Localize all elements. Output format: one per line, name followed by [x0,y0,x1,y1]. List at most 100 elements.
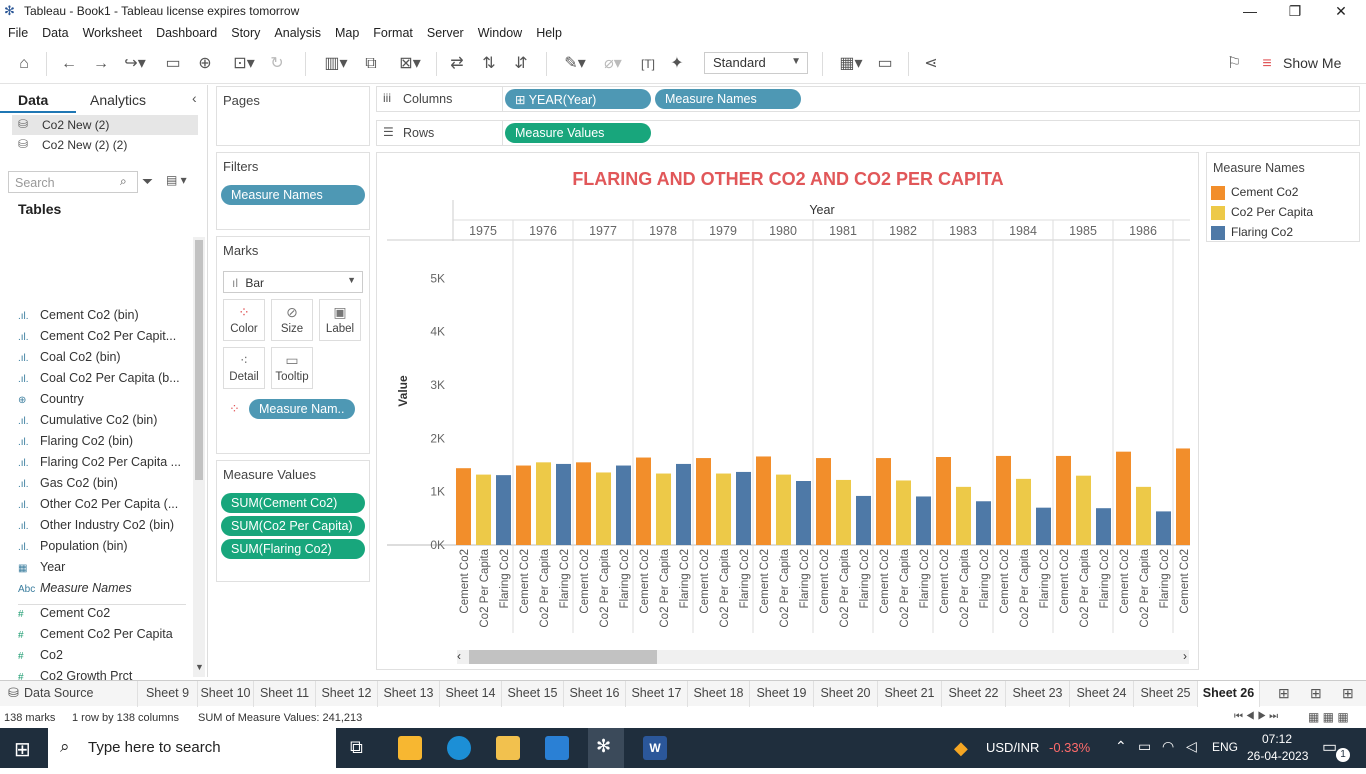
tray-chevron-icon[interactable]: ⌃ [1115,738,1127,755]
legend-item[interactable]: Co2 Per Capita [1211,205,1313,221]
restore-button[interactable]: ❐ [1272,0,1318,22]
menu-worksheet[interactable]: Worksheet [83,22,143,40]
dimension-field[interactable]: Abc Measure Names [18,581,188,602]
sheet-tab[interactable]: Sheet 20 [814,681,878,707]
highlight-icon[interactable]: ✎▾ [558,54,592,74]
show-cards-icon[interactable]: ▦▾ [834,54,868,74]
refresh-icon[interactable]: ↻ [266,54,288,74]
dimension-field[interactable]: .ıl. Other Industry Co2 (bin) [18,518,188,539]
dimension-field[interactable]: .ıl. Cement Co2 Per Capit... [18,329,188,350]
dimension-field[interactable]: ▦ Year [18,560,188,581]
store-icon[interactable] [398,736,422,760]
column-pill-measure-names[interactable]: Measure Names [655,89,801,109]
collapse-pane-icon[interactable]: ‹ [192,90,197,106]
scroll-thumb[interactable] [195,240,203,480]
new-worksheet-icon[interactable]: ⊞ [1278,685,1290,702]
replay-icon[interactable]: ↪▾ [120,54,150,74]
datasource-item[interactable]: ⛁ Co2 New (2) [12,115,198,135]
fit-select[interactable]: Standard ▼ [704,52,808,74]
sort-descending-icon[interactable]: ⇵ [510,54,532,74]
sheet-tab[interactable]: Sheet 24 [1070,681,1134,707]
measure-pill-co2-per-capita[interactable]: SUM(Co2 Per Capita) [221,516,365,536]
measure-field[interactable]: # Co2 [18,648,188,669]
volume-icon[interactable]: ◁ [1186,738,1197,755]
menu-server[interactable]: Server [427,22,464,40]
horizontal-scroll-thumb[interactable] [469,650,657,664]
presentation-mode-icon[interactable]: ▭ [874,54,896,74]
menu-format[interactable]: Format [373,22,413,40]
legend-item[interactable]: Cement Co2 [1211,185,1298,201]
marks-color-pill[interactable]: Measure Nam.. [249,399,355,419]
word-icon[interactable]: W [643,736,667,760]
pages-shelf[interactable]: Pages [216,86,370,146]
sheet-tab[interactable]: Sheet 18 [688,681,750,707]
sheet-tab[interactable]: Sheet 17 [626,681,688,707]
mail-icon[interactable] [545,736,569,760]
dimension-field[interactable]: .ıl. Cement Co2 (bin) [18,308,188,329]
sheet-tab[interactable]: Sheet 15 [502,681,564,707]
show-labels-icon[interactable]: [T] [638,54,658,74]
minimize-button[interactable]: — [1227,0,1273,22]
dimension-field[interactable]: .ıl. Coal Co2 (bin) [18,350,188,371]
field-search-input[interactable]: Search [8,171,138,193]
dimension-field[interactable]: .ıl. Flaring Co2 Per Capita ... [18,455,188,476]
tab-data[interactable]: Data [18,89,48,111]
save-icon[interactable]: ▭ [162,54,184,74]
sort-ascending-icon[interactable]: ⇅ [478,54,500,74]
legend-item[interactable]: Flaring Co2 [1211,225,1293,241]
sheet-tab[interactable]: Sheet 10 [198,681,254,707]
new-worksheet-icon[interactable]: ▥▾ [318,54,354,74]
dimension-field[interactable]: .ıl. Gas Co2 (bin) [18,476,188,497]
sheet-tab[interactable]: Sheet 16 [564,681,626,707]
taskbar-search[interactable]: Type here to search [48,728,336,768]
scroll-left-icon[interactable]: ‹ [457,649,461,663]
redo-icon[interactable]: → [90,54,112,74]
menu-data[interactable]: Data [42,22,68,40]
measure-pill-cement[interactable]: SUM(Cement Co2) [221,493,365,513]
sheet-nav-icon[interactable]: ⏮ ◀ ▶ ⏭ [1234,711,1278,722]
detail-button[interactable]: ⁖ Detail [223,347,265,389]
filter-pill-measure-names[interactable]: Measure Names [221,185,365,205]
pause-updates-icon[interactable]: ⊡▾ [226,54,262,74]
menu-help[interactable]: Help [536,22,562,40]
edge-icon[interactable] [447,736,471,760]
sheet-tab[interactable]: Sheet 22 [942,681,1006,707]
network-icon[interactable]: ▭ [1138,738,1151,755]
measure-field[interactable]: # Cement Co2 [18,606,188,627]
dimension-field[interactable]: .ıl. Cumulative Co2 (bin) [18,413,188,434]
scroll-right-icon[interactable]: › [1183,649,1187,663]
new-dashboard-icon[interactable]: ⊞ [1310,685,1322,702]
menu-story[interactable]: Story [231,22,260,40]
dimension-field[interactable]: .ıl. Other Co2 Per Capita (... [18,497,188,518]
fix-axes-icon[interactable]: ✦ [666,54,688,74]
filters-shelf[interactable]: Filters Measure Names [216,152,370,230]
dimension-field[interactable]: ⊕ Country [18,392,188,413]
sheet-tab[interactable]: Sheet 11 [254,681,316,707]
view-options-icon[interactable]: ▤ ▾ [166,173,187,187]
close-button[interactable]: ✕ [1318,0,1364,22]
menu-file[interactable]: File [8,22,28,40]
wifi-icon[interactable]: ◠ [1162,738,1174,755]
language-indicator[interactable]: ENG [1212,740,1238,754]
home-icon[interactable]: ⌂ [12,54,36,74]
mark-type-select[interactable]: ıl Bar ▼ [223,271,363,293]
task-view-icon[interactable]: ⧉ [350,737,363,758]
share-icon[interactable]: ⋖ [920,54,942,74]
tab-analytics[interactable]: Analytics [90,89,146,111]
swap-rows-columns-icon[interactable]: ⇄ [446,54,468,74]
data-source-tab[interactable]: Data Source [0,681,138,707]
clock-date[interactable]: 26-04-2023 [1247,749,1308,763]
dimension-field[interactable]: .ıl. Population (bin) [18,539,188,560]
group-icon[interactable]: ⌀▾ [596,54,630,74]
sheet-tab[interactable]: Sheet 13 [378,681,440,707]
filter-icon[interactable]: ⏷ [142,173,153,190]
scroll-down-icon[interactable]: ▼ [195,662,204,672]
column-pill-year[interactable]: ⊞ YEAR(Year) [505,89,651,109]
sheet-tab[interactable]: Sheet 9 [138,681,198,707]
sorter-view-icon[interactable]: ▦ ▦ ▦ [1308,710,1349,724]
chart-view[interactable]: FLARING AND OTHER CO2 AND CO2 PER CAPITA… [376,152,1199,670]
dimension-field[interactable]: .ıl. Coal Co2 Per Capita (b... [18,371,188,392]
sheet-tab[interactable]: Sheet 19 [750,681,814,707]
label-button[interactable]: ▣ Label [319,299,361,341]
rows-shelf[interactable]: ☰ Rows Measure Values [376,120,1360,146]
